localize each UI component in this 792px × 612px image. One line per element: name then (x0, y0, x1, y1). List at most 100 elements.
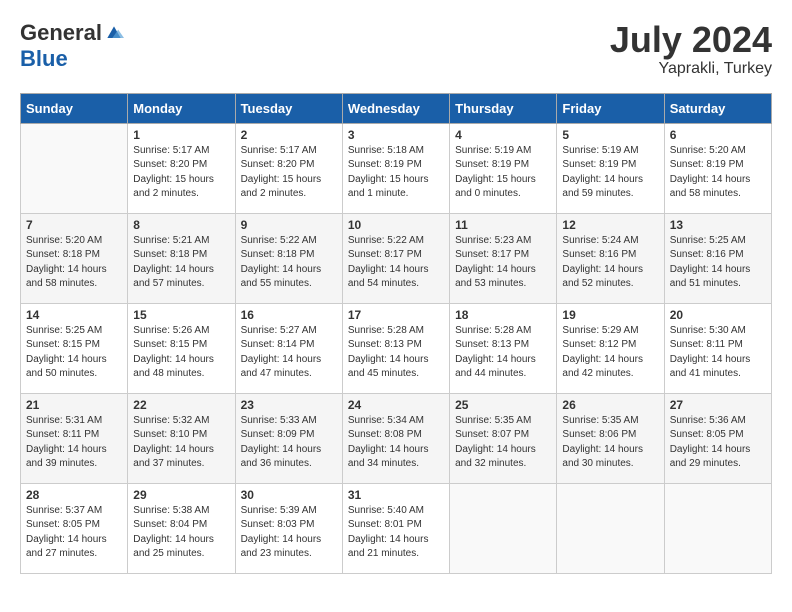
calendar-cell: 24 Sunrise: 5:34 AMSunset: 8:08 PMDayligh… (342, 393, 449, 483)
calendar-cell: 10Sunrise: 5:22 AMSunset: 8:17 PMDayligh… (342, 213, 449, 303)
weekday-header-thursday: Thursday (450, 93, 557, 123)
day-number: 15 (133, 308, 229, 322)
day-info: Sunrise: 5:19 AMSunset: 8:19 PMDaylight:… (455, 144, 551, 202)
calendar-cell: 5 Sunrise: 5:19 AMSunset: 8:19 PMDaylight… (557, 123, 664, 213)
day-number: 6 (670, 128, 766, 142)
day-info: Sunrise: 5:19 AMSunset: 8:19 PMDaylight:… (562, 144, 658, 202)
day-number: 25 (455, 398, 551, 412)
day-number: 14 (26, 308, 122, 322)
page-header: General Blue July 2024 Yaprakli, Turkey (20, 20, 772, 78)
day-info: Sunrise: 5:20 AMSunset: 8:18 PMDaylight:… (26, 234, 122, 292)
day-number: 1 (133, 128, 229, 142)
calendar-cell: 19 Sunrise: 5:29 AMSunset: 8:12 PMDayligh… (557, 303, 664, 393)
day-number: 9 (241, 218, 337, 232)
weekday-header-sunday: Sunday (21, 93, 128, 123)
calendar-cell: 11Sunrise: 5:23 AMSunset: 8:17 PMDayligh… (450, 213, 557, 303)
logo-blue-text: Blue (20, 46, 68, 72)
calendar-cell: 29Sunrise: 5:38 AMSunset: 8:04 PMDayligh… (128, 483, 235, 573)
calendar-cell: 25 Sunrise: 5:35 AMSunset: 8:07 PMDayligh… (450, 393, 557, 483)
weekday-header-friday: Friday (557, 93, 664, 123)
day-info: Sunrise: 5:40 AMSunset: 8:01 PMDaylight:… (348, 504, 444, 562)
calendar-cell: 15 Sunrise: 5:26 AMSunset: 8:15 PMDayligh… (128, 303, 235, 393)
calendar-cell: 23 Sunrise: 5:33 AMSunset: 8:09 PMDayligh… (235, 393, 342, 483)
calendar-cell: 31 Sunrise: 5:40 AMSunset: 8:01 PMDayligh… (342, 483, 449, 573)
day-info: Sunrise: 5:32 AMSunset: 8:10 PMDaylight:… (133, 414, 229, 472)
calendar-cell (557, 483, 664, 573)
day-info: Sunrise: 5:37 AMSunset: 8:05 PMDaylight:… (26, 504, 122, 562)
day-number: 28 (26, 488, 122, 502)
day-number: 7 (26, 218, 122, 232)
calendar-cell: 2Sunrise: 5:17 AMSunset: 8:20 PMDaylight… (235, 123, 342, 213)
day-number: 8 (133, 218, 229, 232)
day-number: 30 (241, 488, 337, 502)
calendar-cell: 22Sunrise: 5:32 AMSunset: 8:10 PMDayligh… (128, 393, 235, 483)
day-number: 19 (562, 308, 658, 322)
weekday-header-wednesday: Wednesday (342, 93, 449, 123)
day-info: Sunrise: 5:35 AMSunset: 8:07 PMDaylight:… (455, 414, 551, 472)
week-row-5: 28 Sunrise: 5:37 AMSunset: 8:05 PMDayligh… (21, 483, 772, 573)
day-number: 3 (348, 128, 444, 142)
week-row-1: 1 Sunrise: 5:17 AMSunset: 8:20 PMDaylight… (21, 123, 772, 213)
logo: General Blue (20, 20, 124, 72)
location: Yaprakli, Turkey (610, 60, 772, 78)
calendar-cell: 9Sunrise: 5:22 AMSunset: 8:18 PMDaylight… (235, 213, 342, 303)
weekday-header-saturday: Saturday (664, 93, 771, 123)
calendar-cell: 1 Sunrise: 5:17 AMSunset: 8:20 PMDaylight… (128, 123, 235, 213)
day-number: 10 (348, 218, 444, 232)
day-info: Sunrise: 5:28 AMSunset: 8:13 PMDaylight:… (455, 324, 551, 382)
day-info: Sunrise: 5:24 AMSunset: 8:16 PMDaylight:… (562, 234, 658, 292)
month-year: July 2024 (610, 20, 772, 60)
day-number: 23 (241, 398, 337, 412)
day-info: Sunrise: 5:23 AMSunset: 8:17 PMDaylight:… (455, 234, 551, 292)
weekday-header-tuesday: Tuesday (235, 93, 342, 123)
day-number: 31 (348, 488, 444, 502)
week-row-2: 7 Sunrise: 5:20 AMSunset: 8:18 PMDaylight… (21, 213, 772, 303)
day-info: Sunrise: 5:17 AMSunset: 8:20 PMDaylight:… (133, 144, 229, 202)
calendar-cell (450, 483, 557, 573)
day-info: Sunrise: 5:18 AMSunset: 8:19 PMDaylight:… (348, 144, 444, 202)
day-number: 4 (455, 128, 551, 142)
day-number: 17 (348, 308, 444, 322)
day-info: Sunrise: 5:35 AMSunset: 8:06 PMDaylight:… (562, 414, 658, 472)
day-info: Sunrise: 5:33 AMSunset: 8:09 PMDaylight:… (241, 414, 337, 472)
weekday-header-monday: Monday (128, 93, 235, 123)
logo-general-text: General (20, 20, 102, 46)
day-number: 21 (26, 398, 122, 412)
calendar-cell: 7 Sunrise: 5:20 AMSunset: 8:18 PMDaylight… (21, 213, 128, 303)
day-number: 27 (670, 398, 766, 412)
weekday-header-row: SundayMondayTuesdayWednesdayThursdayFrid… (21, 93, 772, 123)
day-info: Sunrise: 5:21 AMSunset: 8:18 PMDaylight:… (133, 234, 229, 292)
day-info: Sunrise: 5:39 AMSunset: 8:03 PMDaylight:… (241, 504, 337, 562)
day-number: 18 (455, 308, 551, 322)
day-info: Sunrise: 5:28 AMSunset: 8:13 PMDaylight:… (348, 324, 444, 382)
day-info: Sunrise: 5:34 AMSunset: 8:08 PMDaylight:… (348, 414, 444, 472)
calendar-cell: 20Sunrise: 5:30 AMSunset: 8:11 PMDayligh… (664, 303, 771, 393)
week-row-3: 14Sunrise: 5:25 AMSunset: 8:15 PMDayligh… (21, 303, 772, 393)
day-number: 16 (241, 308, 337, 322)
calendar-cell: 4 Sunrise: 5:19 AMSunset: 8:19 PMDaylight… (450, 123, 557, 213)
calendar-cell: 27 Sunrise: 5:36 AMSunset: 8:05 PMDayligh… (664, 393, 771, 483)
calendar-cell: 30 Sunrise: 5:39 AMSunset: 8:03 PMDayligh… (235, 483, 342, 573)
day-number: 12 (562, 218, 658, 232)
day-info: Sunrise: 5:25 AMSunset: 8:16 PMDaylight:… (670, 234, 766, 292)
day-info: Sunrise: 5:38 AMSunset: 8:04 PMDaylight:… (133, 504, 229, 562)
day-number: 13 (670, 218, 766, 232)
calendar-cell: 3 Sunrise: 5:18 AMSunset: 8:19 PMDaylight… (342, 123, 449, 213)
day-info: Sunrise: 5:31 AMSunset: 8:11 PMDaylight:… (26, 414, 122, 472)
calendar-cell: 18 Sunrise: 5:28 AMSunset: 8:13 PMDayligh… (450, 303, 557, 393)
day-number: 26 (562, 398, 658, 412)
day-info: Sunrise: 5:27 AMSunset: 8:14 PMDaylight:… (241, 324, 337, 382)
day-info: Sunrise: 5:26 AMSunset: 8:15 PMDaylight:… (133, 324, 229, 382)
calendar-cell: 16 Sunrise: 5:27 AMSunset: 8:14 PMDayligh… (235, 303, 342, 393)
day-number: 24 (348, 398, 444, 412)
calendar-cell: 26 Sunrise: 5:35 AMSunset: 8:06 PMDayligh… (557, 393, 664, 483)
calendar-cell (21, 123, 128, 213)
calendar-cell: 6Sunrise: 5:20 AMSunset: 8:19 PMDaylight… (664, 123, 771, 213)
day-number: 2 (241, 128, 337, 142)
day-number: 5 (562, 128, 658, 142)
day-info: Sunrise: 5:36 AMSunset: 8:05 PMDaylight:… (670, 414, 766, 472)
day-info: Sunrise: 5:29 AMSunset: 8:12 PMDaylight:… (562, 324, 658, 382)
calendar-cell: 12 Sunrise: 5:24 AMSunset: 8:16 PMDayligh… (557, 213, 664, 303)
day-number: 20 (670, 308, 766, 322)
calendar-cell: 8 Sunrise: 5:21 AMSunset: 8:18 PMDaylight… (128, 213, 235, 303)
